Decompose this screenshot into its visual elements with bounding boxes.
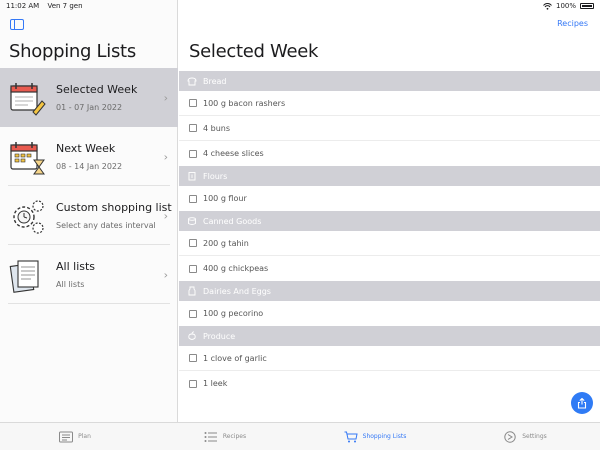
status-right: 100% <box>543 2 594 10</box>
settings-icon <box>504 430 516 443</box>
status-bar: 11:02 AM Ven 7 gen 100% <box>0 0 600 12</box>
documents-icon <box>9 259 39 293</box>
section-header-dairies-and-eggs: Dairies And Eggs <box>179 281 600 301</box>
list-item[interactable]: 100 g bacon rashers <box>179 91 600 116</box>
tab-bar: Plan Recipes Shopping Lists Settings <box>0 422 600 450</box>
calendar-pencil-icon <box>10 82 46 116</box>
sidebar-list: Selected Week 01 - 07 Jan 2022 › Next We… <box>0 68 178 304</box>
checkbox[interactable] <box>189 99 197 107</box>
list-item[interactable]: 200 g tahin <box>179 231 600 256</box>
share-icon <box>577 397 587 409</box>
milk-icon <box>188 286 196 296</box>
battery-percent: 100% <box>555 2 576 10</box>
wifi-icon <box>543 2 552 10</box>
item-label: 100 g flour <box>203 194 247 203</box>
list-item[interactable]: 4 buns <box>179 116 600 141</box>
tab-recipes[interactable]: Recipes <box>150 431 300 443</box>
sidebar-item-sublabel: 01 - 07 Jan 2022 <box>56 103 123 112</box>
section-header-produce: Produce <box>179 326 600 346</box>
chevron-right-icon: › <box>163 268 168 281</box>
tab-settings[interactable]: Settings <box>450 430 600 443</box>
status-left: 11:02 AM Ven 7 gen <box>6 2 89 10</box>
bread-icon <box>187 77 197 86</box>
tab-label: Settings <box>522 433 547 440</box>
item-label: 400 g chickpeas <box>203 264 269 273</box>
sidebar-item-all-lists[interactable]: All lists All lists › <box>0 245 178 304</box>
gears-clock-icon <box>13 199 44 234</box>
produce-icon <box>188 331 196 340</box>
sidebar-item-custom-list[interactable]: Custom shopping list Select any dates in… <box>0 186 178 245</box>
section-header-bread: Bread <box>179 71 600 91</box>
sidebar-title: Shopping Lists <box>9 41 136 62</box>
sidebar-item-selected-week[interactable]: Selected Week 01 - 07 Jan 2022 › <box>0 68 178 127</box>
sidebar-item-sublabel: Select any dates interval <box>56 221 156 230</box>
section-header-flours: Flours <box>179 166 600 186</box>
flour-icon <box>188 172 196 181</box>
sidebar-item-label: All lists <box>56 260 96 273</box>
chevron-right-icon: › <box>163 91 168 104</box>
item-label: 1 clove of garlic <box>203 353 267 363</box>
checkbox[interactable] <box>189 379 197 388</box>
item-label: 200 g tahin <box>203 238 249 248</box>
tab-plan[interactable]: Plan <box>0 431 150 443</box>
tab-label: Shopping Lists <box>362 433 407 440</box>
tab-label: Plan <box>78 433 91 440</box>
checkbox[interactable] <box>189 354 197 362</box>
section-title: Bread <box>203 76 227 86</box>
divider <box>8 303 170 304</box>
sidebar-item-sublabel: All lists <box>56 280 85 289</box>
tab-label: Recipes <box>222 433 247 440</box>
sidebar: Shopping Lists Selected Week 01 - 07 Jan… <box>0 0 178 422</box>
list-item[interactable]: 1 clove of garlic <box>179 346 600 371</box>
item-label: 100 g bacon rashers <box>203 98 286 108</box>
page-title: Selected Week <box>189 41 319 62</box>
list-item[interactable]: 1 leek <box>179 371 600 396</box>
checkbox[interactable] <box>189 264 197 273</box>
chevron-right-icon: › <box>163 209 168 222</box>
chevron-right-icon: › <box>163 150 168 163</box>
share-button[interactable] <box>571 392 593 414</box>
section-title: Produce <box>203 331 236 341</box>
section-header-canned-goods: Canned Goods <box>179 211 600 231</box>
status-time: 11:02 AM <box>6 2 40 10</box>
list-icon <box>204 431 217 442</box>
sidebar-toggle-icon[interactable] <box>10 19 24 30</box>
status-date: Ven 7 gen <box>47 2 83 10</box>
calendar-hourglass-icon <box>10 141 45 174</box>
can-icon <box>188 217 196 225</box>
plan-icon <box>59 431 74 442</box>
list-item[interactable]: 4 cheese slices <box>179 141 600 166</box>
item-label: 4 cheese slices <box>203 149 264 158</box>
detail-pane: Recipes Selected Week Bread 100 g bacon … <box>179 0 600 422</box>
list-item[interactable]: 100 g pecorino <box>179 301 600 326</box>
shopping-list: Bread 100 g bacon rashers 4 buns 4 chees… <box>179 71 600 396</box>
item-label: 1 leek <box>203 379 228 388</box>
checkbox[interactable] <box>189 194 197 203</box>
section-title: Dairies And Eggs <box>203 286 271 296</box>
section-title: Flours <box>203 171 228 181</box>
sidebar-item-label: Next Week <box>56 142 116 155</box>
sidebar-item-label: Custom shopping list <box>56 201 172 214</box>
recipes-link[interactable]: Recipes <box>557 19 588 28</box>
sidebar-item-sublabel: 08 - 14 Jan 2022 <box>56 162 123 171</box>
sidebar-item-next-week[interactable]: Next Week 08 - 14 Jan 2022 › <box>0 127 178 186</box>
tab-shopping-lists[interactable]: Shopping Lists <box>300 431 450 443</box>
cart-icon <box>344 431 358 442</box>
item-label: 100 g pecorino <box>203 309 264 318</box>
section-title: Canned Goods <box>203 216 262 226</box>
list-item[interactable]: 400 g chickpeas <box>179 256 600 281</box>
sidebar-item-label: Selected Week <box>56 83 138 96</box>
checkbox[interactable] <box>189 149 197 158</box>
item-label: 4 buns <box>203 123 231 133</box>
checkbox[interactable] <box>189 124 197 132</box>
checkbox[interactable] <box>189 309 197 318</box>
checkbox[interactable] <box>189 239 197 247</box>
list-item[interactable]: 100 g flour <box>179 186 600 211</box>
battery-icon <box>580 3 594 9</box>
